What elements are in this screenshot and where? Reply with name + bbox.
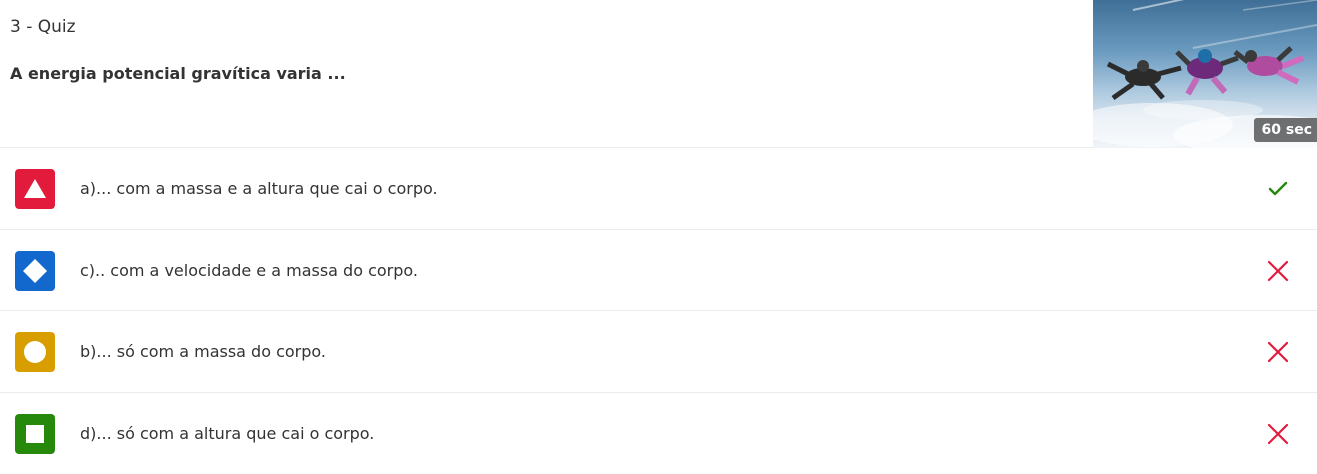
close-icon — [1264, 338, 1292, 366]
answer-option-d[interactable]: d)... só com a altura que cai o corpo. — [0, 393, 1317, 474]
close-icon — [1264, 257, 1292, 285]
answer-option-a[interactable]: a)... com a massa e a altura que cai o c… — [0, 148, 1317, 230]
answer-option-c[interactable]: c).. com a velocidade e a massa do corpo… — [0, 230, 1317, 312]
square-icon — [25, 424, 45, 444]
answer-shape-box — [15, 169, 55, 209]
question-image[interactable]: 60 sec — [1093, 0, 1317, 148]
timer-badge: 60 sec — [1254, 118, 1317, 142]
check-icon — [1264, 175, 1292, 203]
circle-icon — [23, 340, 47, 364]
diamond-icon — [22, 258, 48, 284]
question-header: 3 - Quiz A energia potencial gravítica v… — [0, 0, 1317, 148]
answer-text: d)... só com a altura que cai o corpo. — [80, 393, 374, 474]
answer-options: a)... com a massa e a altura que cai o c… — [0, 148, 1317, 474]
answer-text: c).. com a velocidade e a massa do corpo… — [80, 230, 418, 311]
answer-text: a)... com a massa e a altura que cai o c… — [80, 148, 438, 229]
answer-shape-box — [15, 414, 55, 454]
answer-option-b[interactable]: b)... só com a massa do corpo. — [0, 311, 1317, 393]
answer-shape-box — [15, 332, 55, 372]
answer-text: b)... só com a massa do corpo. — [80, 311, 326, 392]
answer-shape-box — [15, 251, 55, 291]
quiz-label: 3 - Quiz — [10, 17, 76, 37]
question-title: A energia potencial gravítica varia ... — [10, 64, 346, 83]
close-icon — [1264, 420, 1292, 448]
triangle-icon — [23, 178, 47, 200]
